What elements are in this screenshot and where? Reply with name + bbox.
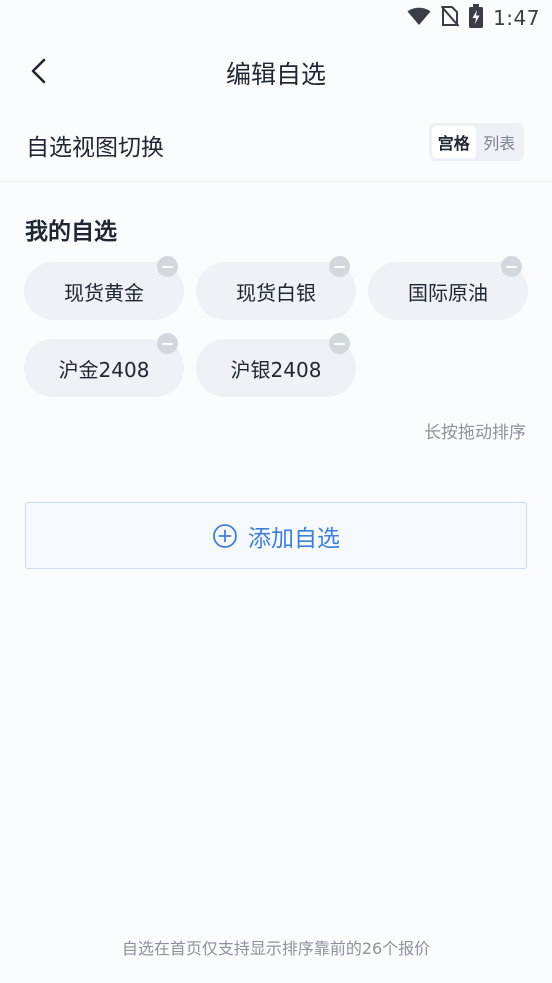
add-watchlist-button[interactable]: 添加自选 — [25, 502, 527, 569]
section-title: 我的自选 — [25, 219, 117, 245]
divider — [0, 181, 552, 182]
watchlist-item[interactable]: 沪银2408 — [196, 333, 356, 397]
page-title: 编辑自选 — [225, 60, 326, 89]
watchlist-item[interactable]: 现货黄金 — [24, 256, 184, 320]
remove-minus-icon[interactable] — [501, 256, 522, 277]
view-switch-row: 自选视图切换 宫格 列表 — [0, 114, 552, 170]
view-option-grid[interactable]: 宫格 — [432, 126, 476, 158]
watchlist-item[interactable]: 沪金2408 — [24, 333, 184, 397]
watchlist-item-label: 沪银2408 — [230, 357, 322, 382]
remove-minus-icon[interactable] — [329, 256, 350, 277]
footer-note: 自选在首页仅支持显示排序靠前的26个报价 — [121, 939, 431, 958]
remove-minus-icon[interactable] — [157, 333, 178, 354]
watchlist-item[interactable]: 国际原油 — [368, 256, 528, 320]
status-bar: 1:47 — [0, 0, 552, 36]
watchlist-item-label: 现货黄金 — [64, 280, 144, 305]
status-time: 1:47 — [493, 6, 540, 30]
watchlist-item-label: 现货白银 — [236, 280, 316, 305]
battery-charging-icon — [469, 4, 484, 32]
plus-circle-icon — [213, 523, 237, 548]
remove-minus-icon[interactable] — [157, 256, 178, 277]
wifi-icon — [407, 6, 431, 30]
no-sim-icon — [440, 5, 460, 31]
view-switch-toggle: 宫格 列表 — [429, 123, 524, 161]
view-switch-label: 自选视图切换 — [26, 135, 164, 161]
status-icons: 1:47 — [407, 4, 540, 32]
add-watchlist-label: 添加自选 — [248, 525, 340, 552]
remove-minus-icon[interactable] — [329, 333, 350, 354]
drag-sort-hint: 长按拖动排序 — [424, 423, 526, 443]
header: 编辑自选 — [0, 40, 552, 102]
watchlist-item[interactable]: 现货白银 — [196, 256, 356, 320]
watchlist-item-label: 国际原油 — [408, 280, 488, 305]
view-option-list[interactable]: 列表 — [478, 126, 522, 158]
watchlist-item-label: 沪金2408 — [58, 357, 150, 382]
